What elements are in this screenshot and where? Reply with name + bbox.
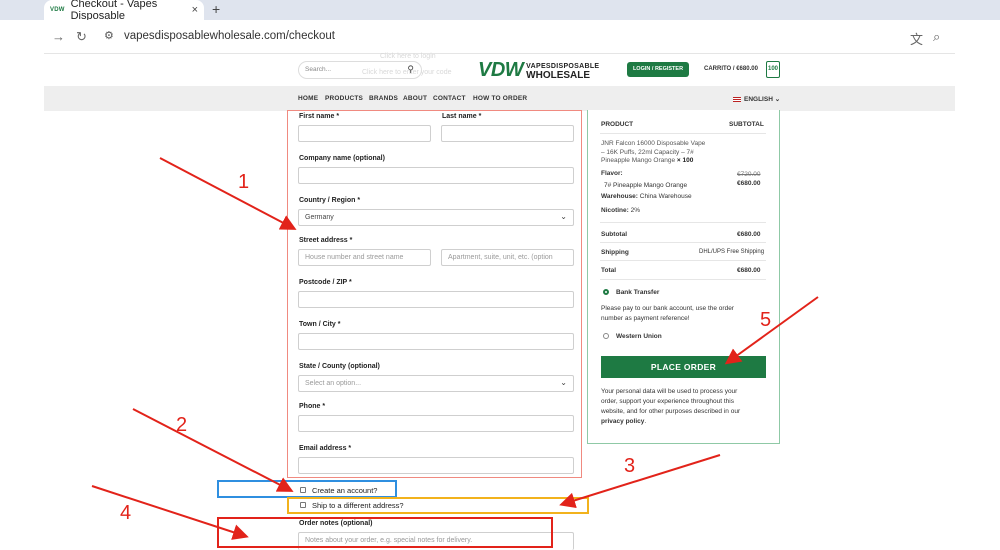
- close-icon[interactable]: ×: [192, 4, 198, 16]
- annotation-number-1: 1: [238, 171, 250, 193]
- price: €680.00: [737, 180, 761, 187]
- privacy-text-2: order, support your experience throughou…: [601, 398, 734, 405]
- subtotal-label: Subtotal: [601, 231, 627, 238]
- chevron-down-icon: ⌄: [774, 96, 781, 103]
- faint-login-text: Click here to login: [380, 53, 436, 60]
- shipping-label: Shipping: [601, 249, 629, 256]
- privacy-policy-link[interactable]: privacy policy: [601, 418, 644, 425]
- privacy-text-3: website, and for other purposes describe…: [601, 408, 741, 415]
- product-line2: – 16K Puffs, 22ml Capacity – 7#: [601, 149, 694, 156]
- product-qty: × 100: [676, 157, 694, 164]
- annotation-box-1: [287, 110, 582, 478]
- annotation-box-3: [287, 497, 589, 514]
- annotation-number-4: 4: [120, 502, 132, 524]
- address-bar: → ↻ ⚙ vapesdisposablewholesale.com/check…: [44, 20, 955, 54]
- privacy-text-1: Your personal data will be used to proce…: [601, 388, 738, 395]
- bank-note-2: number as payment reference!: [601, 315, 690, 322]
- language-selector[interactable]: ENGLISH ⌄: [733, 95, 780, 103]
- site-logo[interactable]: VDW VAPESDISPOSABLE WHOLESALE: [478, 59, 599, 82]
- annotation-arrow-1: [159, 157, 297, 230]
- old-price: €720.00: [737, 171, 761, 178]
- nav-item-brands[interactable]: BRANDS: [369, 95, 398, 102]
- new-tab-icon[interactable]: +: [212, 1, 220, 17]
- logo-mark: VDW: [478, 59, 524, 81]
- cart-count-badge[interactable]: 100: [766, 61, 780, 78]
- annotation-box-2: [217, 480, 397, 498]
- place-order-button[interactable]: PLACE ORDER: [601, 356, 766, 378]
- bank-transfer-radio[interactable]: [603, 289, 609, 295]
- flavor-value: 7# Pineapple Mango Orange: [604, 182, 688, 189]
- shipping-value: DHL/UPS Free Shipping: [699, 249, 765, 255]
- nav-item-contact[interactable]: CONTACT: [433, 95, 466, 102]
- privacy-text-4: privacy policy.: [601, 418, 647, 425]
- nav-item-how-to-order[interactable]: HOW TO ORDER: [473, 95, 527, 102]
- bank-transfer-label[interactable]: Bank Transfer: [616, 289, 659, 296]
- divider: [600, 133, 766, 134]
- annotation-box-4: [217, 517, 553, 548]
- product-header: PRODUCT: [601, 121, 634, 128]
- login-register-button[interactable]: LOGIN / REGISTER: [627, 62, 689, 77]
- western-union-label[interactable]: Western Union: [616, 333, 662, 340]
- annotation-arrow-2: [132, 408, 294, 492]
- subtotal-header: SUBTOTAL: [729, 121, 764, 128]
- translate-icon[interactable]: 文: [910, 29, 923, 48]
- us-flag-icon: [733, 96, 741, 102]
- language-label: ENGLISH: [744, 96, 773, 103]
- divider: [600, 222, 766, 223]
- nav-item-home[interactable]: HOME: [298, 95, 318, 102]
- nicotine-row: Nicotine: 2%: [601, 207, 641, 214]
- product-line1: JNR Falcon 16000 Disposable Vape: [601, 140, 706, 147]
- logo-line2: WHOLESALE: [526, 69, 591, 81]
- subtotal-value: €680.00: [737, 231, 761, 238]
- zoom-icon[interactable]: ⌕: [933, 29, 940, 45]
- nav-item-products[interactable]: PRODUCTS: [325, 95, 363, 102]
- divider: [600, 279, 766, 280]
- product-line3: Pineapple Mango Orange × 100: [601, 157, 694, 164]
- search-input[interactable]: Search... ⚲: [298, 61, 422, 79]
- total-label: Total: [601, 267, 617, 274]
- annotation-number-2: 2: [176, 414, 188, 436]
- site-settings-icon[interactable]: ⚙: [104, 29, 114, 42]
- nav-item-about[interactable]: ABOUT: [403, 95, 427, 102]
- reload-icon[interactable]: ↻: [76, 29, 87, 45]
- western-union-radio[interactable]: [603, 333, 609, 339]
- site-favicon-icon: VDW: [50, 7, 65, 13]
- annotation-number-5: 5: [760, 309, 772, 331]
- annotation-number-3: 3: [624, 455, 636, 477]
- tab-title: Checkout - Vapes Disposable: [70, 0, 158, 22]
- flavor-label: Flavor:: [601, 170, 623, 177]
- browser-tab-checkout[interactable]: VDW Checkout - Vapes Disposable ×: [44, 0, 204, 22]
- search-placeholder: Search...: [305, 66, 332, 73]
- warehouse-row: Warehouse: China Warehouse: [601, 193, 692, 200]
- url-text[interactable]: vapesdisposablewholesale.com/checkout: [124, 30, 335, 42]
- total-value: €680.00: [737, 267, 761, 274]
- divider: [600, 242, 766, 243]
- search-icon[interactable]: ⚲: [407, 64, 414, 75]
- cart-link[interactable]: CARRITO / €680.00: [704, 66, 758, 72]
- bank-note-1: Please pay to our bank account, use the …: [601, 305, 734, 312]
- forward-arrow-icon[interactable]: →: [52, 29, 65, 44]
- divider: [600, 260, 766, 261]
